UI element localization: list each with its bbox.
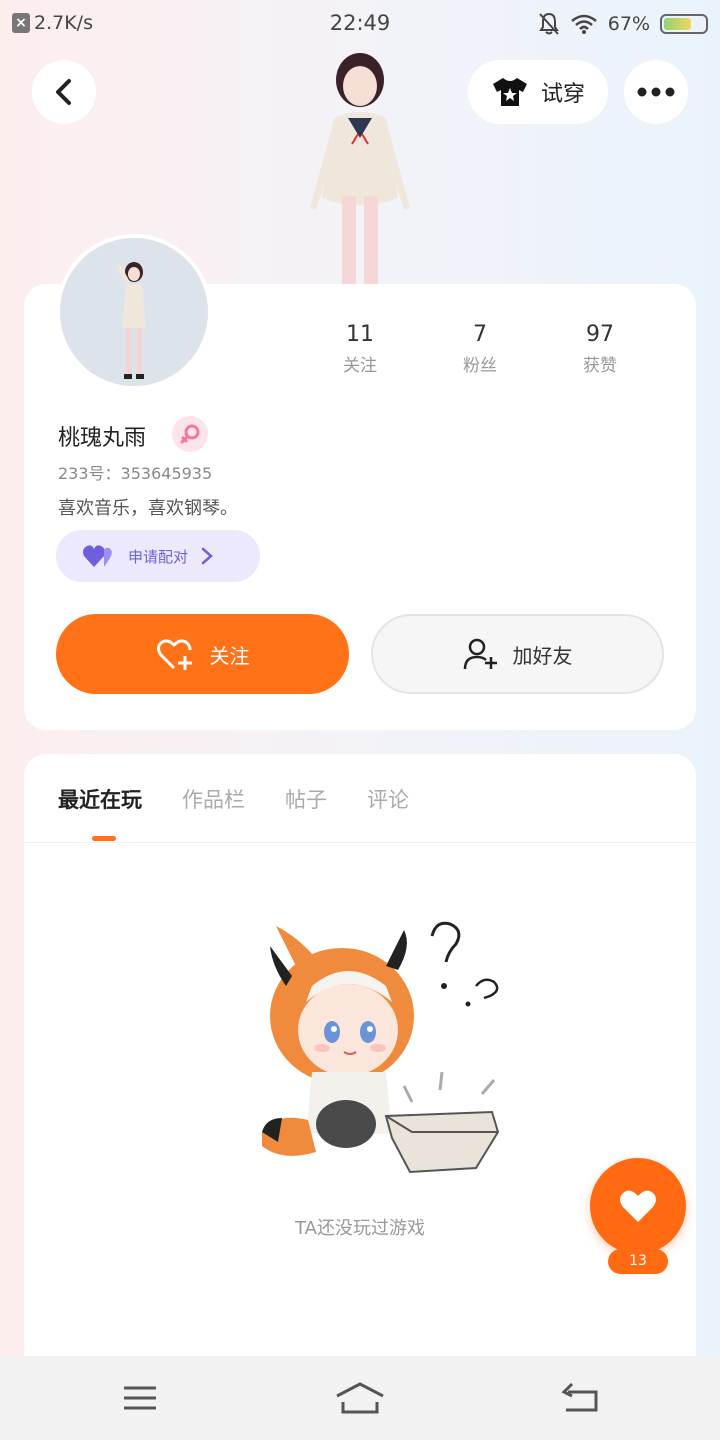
- stats-row: 11 关注 7 粉丝 97 获赞: [300, 322, 660, 376]
- chevron-left-icon: [56, 79, 71, 105]
- double-heart-icon: [83, 545, 112, 567]
- back-button[interactable]: [32, 60, 96, 124]
- home-button[interactable]: [330, 1376, 390, 1420]
- stat-label: 关注: [343, 356, 377, 376]
- bio: 喜欢音乐，喜欢钢琴。: [58, 498, 238, 519]
- add-user-icon: [463, 638, 497, 670]
- more-button[interactable]: [624, 60, 688, 124]
- like-button[interactable]: [590, 1158, 686, 1254]
- heart-icon: [620, 1190, 656, 1222]
- tshirt-icon: [492, 78, 527, 106]
- chevron-right-icon: [201, 547, 213, 565]
- empty-state-illustration: [236, 906, 516, 1176]
- back-nav-button[interactable]: [550, 1376, 610, 1420]
- tab-recent-played[interactable]: 最近在玩: [58, 784, 142, 814]
- battery-percent: 67%: [607, 13, 650, 35]
- active-tab-indicator: [92, 836, 116, 841]
- battery-icon: [660, 14, 708, 34]
- home-icon: [336, 1382, 384, 1414]
- stat-likes[interactable]: 97 获赞: [540, 322, 660, 376]
- add-friend-button[interactable]: 加好友: [371, 614, 664, 694]
- follow-label: 关注: [209, 643, 250, 668]
- heart-plus-icon: [156, 639, 192, 670]
- try-on-button[interactable]: 试穿: [468, 60, 608, 124]
- ellipsis-icon: [637, 87, 675, 97]
- stat-value: 11: [346, 322, 374, 347]
- stat-fans[interactable]: 7 粉丝: [420, 322, 540, 376]
- avatar[interactable]: [56, 234, 212, 390]
- stat-following[interactable]: 11 关注: [300, 322, 420, 376]
- notification-off-icon: [538, 12, 559, 35]
- try-on-label: 试穿: [540, 82, 585, 107]
- apply-pair-button[interactable]: 申请配对: [56, 530, 260, 582]
- stat-value: 97: [586, 322, 614, 347]
- tab-works[interactable]: 作品栏: [182, 784, 245, 814]
- user-id: 233号：353645935: [58, 464, 213, 483]
- tab-bar: 最近在玩 作品栏 帖子 评论: [58, 784, 409, 814]
- nickname: 桃瑰丸雨: [58, 426, 147, 451]
- stat-label: 获赞: [583, 356, 617, 376]
- status-bar: × 2.7K/s 22:49 67%: [0, 0, 720, 46]
- avatar-3d-figure: [288, 48, 428, 284]
- divider: [24, 842, 696, 843]
- stat-value: 7: [473, 322, 487, 347]
- female-symbol-icon: [172, 416, 208, 452]
- tab-comments[interactable]: 评论: [367, 784, 409, 814]
- apply-pair-label: 申请配对: [128, 547, 189, 566]
- menu-button[interactable]: [110, 1376, 170, 1420]
- add-friend-label: 加好友: [512, 643, 573, 668]
- return-icon: [561, 1382, 598, 1412]
- tab-posts[interactable]: 帖子: [285, 784, 327, 814]
- like-count-badge: 13: [608, 1249, 668, 1274]
- follow-button[interactable]: 关注: [56, 614, 349, 694]
- menu-icon: [124, 1386, 156, 1410]
- stat-label: 粉丝: [463, 356, 497, 376]
- system-nav-bar: [0, 1356, 720, 1440]
- wifi-icon: [570, 14, 597, 34]
